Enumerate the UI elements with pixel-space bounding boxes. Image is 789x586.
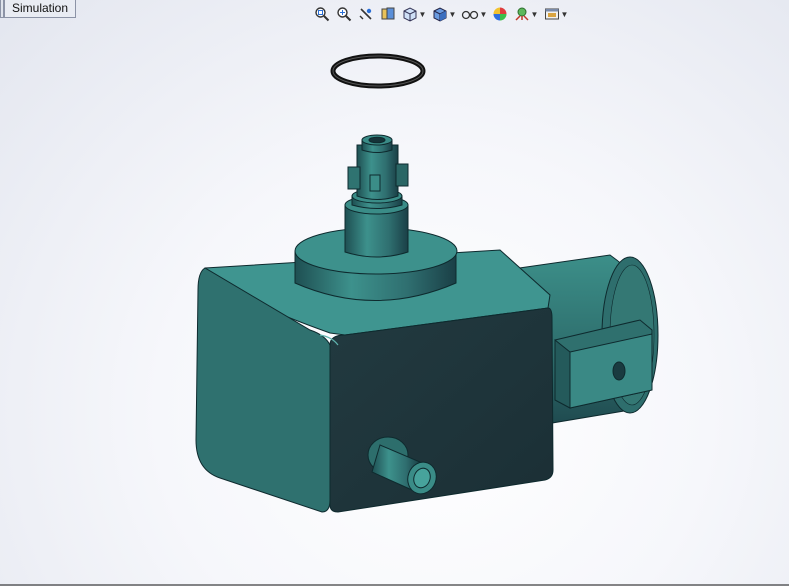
coupling[interactable]	[347, 134, 409, 200]
o-ring[interactable]	[330, 53, 426, 89]
graphics-area[interactable]	[0, 0, 789, 586]
